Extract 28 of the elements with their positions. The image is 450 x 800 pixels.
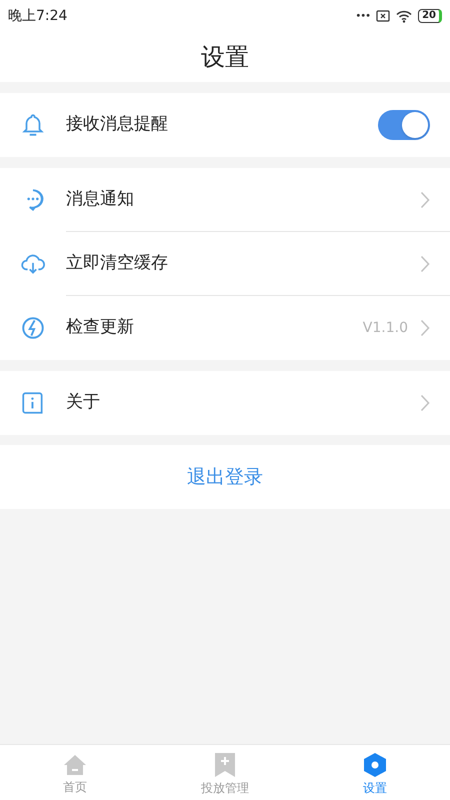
status-time: 晚上7:24: [8, 6, 68, 26]
tab-item[interactable]: 设置: [300, 745, 450, 800]
chevron-right-icon: [420, 394, 430, 412]
settings-row[interactable]: 关于: [0, 371, 450, 435]
settings-row[interactable]: 检查更新 V1.1.0: [0, 296, 450, 360]
row-label: 检查更新: [66, 316, 135, 340]
home-icon: [63, 752, 87, 776]
no-sim-icon: [376, 10, 390, 22]
chevron-right-icon: [420, 254, 430, 272]
row-label: 立即清空缓存: [66, 252, 169, 275]
row-label: 消息通知: [66, 188, 135, 211]
wifi-icon: [396, 10, 412, 22]
settings-row[interactable]: 消息通知: [0, 168, 450, 232]
hexagon-icon: [363, 752, 387, 778]
bookmark-plus-icon: [214, 752, 236, 778]
bell-icon: [20, 112, 46, 138]
version-text: V1.1.0: [362, 318, 408, 338]
chevron-right-icon: [420, 319, 430, 337]
status-dots: •••: [355, 10, 370, 24]
battery-indicator: 20: [418, 9, 442, 23]
lightning-circle-icon: [20, 315, 46, 341]
page-title: 设置: [201, 42, 249, 73]
toggle-switch[interactable]: [378, 110, 430, 140]
chevron-right-icon: [420, 190, 430, 208]
row-label: 关于: [66, 391, 101, 414]
settings-row[interactable]: 立即清空缓存: [0, 232, 450, 296]
settings-row[interactable]: 接收消息提醒: [0, 93, 450, 157]
row-label: 接收消息提醒: [66, 113, 169, 136]
